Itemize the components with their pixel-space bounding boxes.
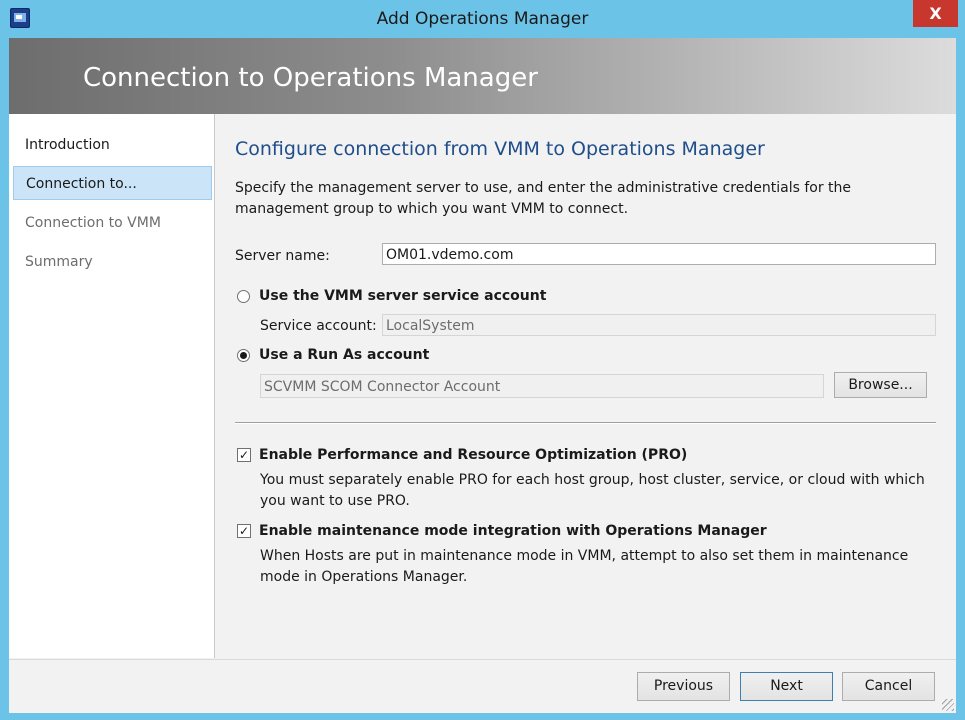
radio-service-account-label[interactable]: Use the VMM server service account	[259, 288, 546, 304]
close-button[interactable]: X	[913, 0, 958, 27]
pro-checkbox-label[interactable]: Enable Performance and Resource Optimiza…	[259, 447, 687, 463]
nav-item-summary[interactable]: Summary	[13, 245, 212, 279]
dialog-window: Add Operations Manager X Connection to O…	[0, 0, 965, 720]
checkmark-icon: ✓	[238, 448, 250, 462]
radio-run-as-account[interactable]	[237, 349, 250, 362]
service-account-label: Service account:	[260, 318, 377, 334]
maintenance-checkbox[interactable]: ✓	[237, 524, 251, 538]
wizard-nav: Introduction Connection to... Connection…	[9, 114, 215, 658]
resize-grip-icon[interactable]	[942, 699, 954, 711]
pro-checkbox[interactable]: ✓	[237, 448, 251, 462]
wizard-header: Connection to Operations Manager	[9, 38, 956, 114]
page-title: Connection to Operations Manager	[83, 63, 538, 93]
maintenance-description: When Hosts are put in maintenance mode i…	[260, 548, 909, 585]
wizard-footer: Previous Next Cancel	[9, 659, 956, 713]
maintenance-checkbox-label[interactable]: Enable maintenance mode integration with…	[259, 523, 767, 539]
main-panel: Configure connection from VMM to Operati…	[215, 114, 956, 658]
browse-button[interactable]: Browse...	[834, 372, 927, 398]
window-title: Add Operations Manager	[376, 9, 589, 29]
previous-button[interactable]: Previous	[637, 672, 730, 701]
title-bar[interactable]: Add Operations Manager X	[0, 0, 965, 38]
section-title: Configure connection from VMM to Operati…	[235, 138, 765, 160]
pro-description: You must separately enable PRO for each …	[260, 472, 925, 509]
section-description: Specify the management server to use, an…	[235, 180, 852, 217]
service-account-field: LocalSystem	[382, 314, 936, 336]
divider	[235, 422, 936, 424]
cancel-button[interactable]: Cancel	[842, 672, 935, 701]
dialog-content: Connection to Operations Manager Introdu…	[9, 38, 956, 713]
nav-item-connection-to[interactable]: Connection to...	[13, 166, 212, 200]
radio-service-account[interactable]	[237, 290, 250, 303]
nav-item-introduction[interactable]: Introduction	[13, 128, 212, 162]
nav-item-connection-to-vmm[interactable]: Connection to VMM	[13, 206, 212, 240]
next-button[interactable]: Next	[740, 672, 833, 701]
close-icon: X	[929, 4, 942, 23]
server-name-label: Server name:	[235, 248, 330, 264]
checkmark-icon: ✓	[238, 524, 250, 538]
radio-run-as-account-label[interactable]: Use a Run As account	[259, 347, 429, 363]
run-as-account-field[interactable]: SCVMM SCOM Connector Account	[260, 374, 824, 398]
server-name-input[interactable]: OM01.vdemo.com	[382, 243, 936, 265]
